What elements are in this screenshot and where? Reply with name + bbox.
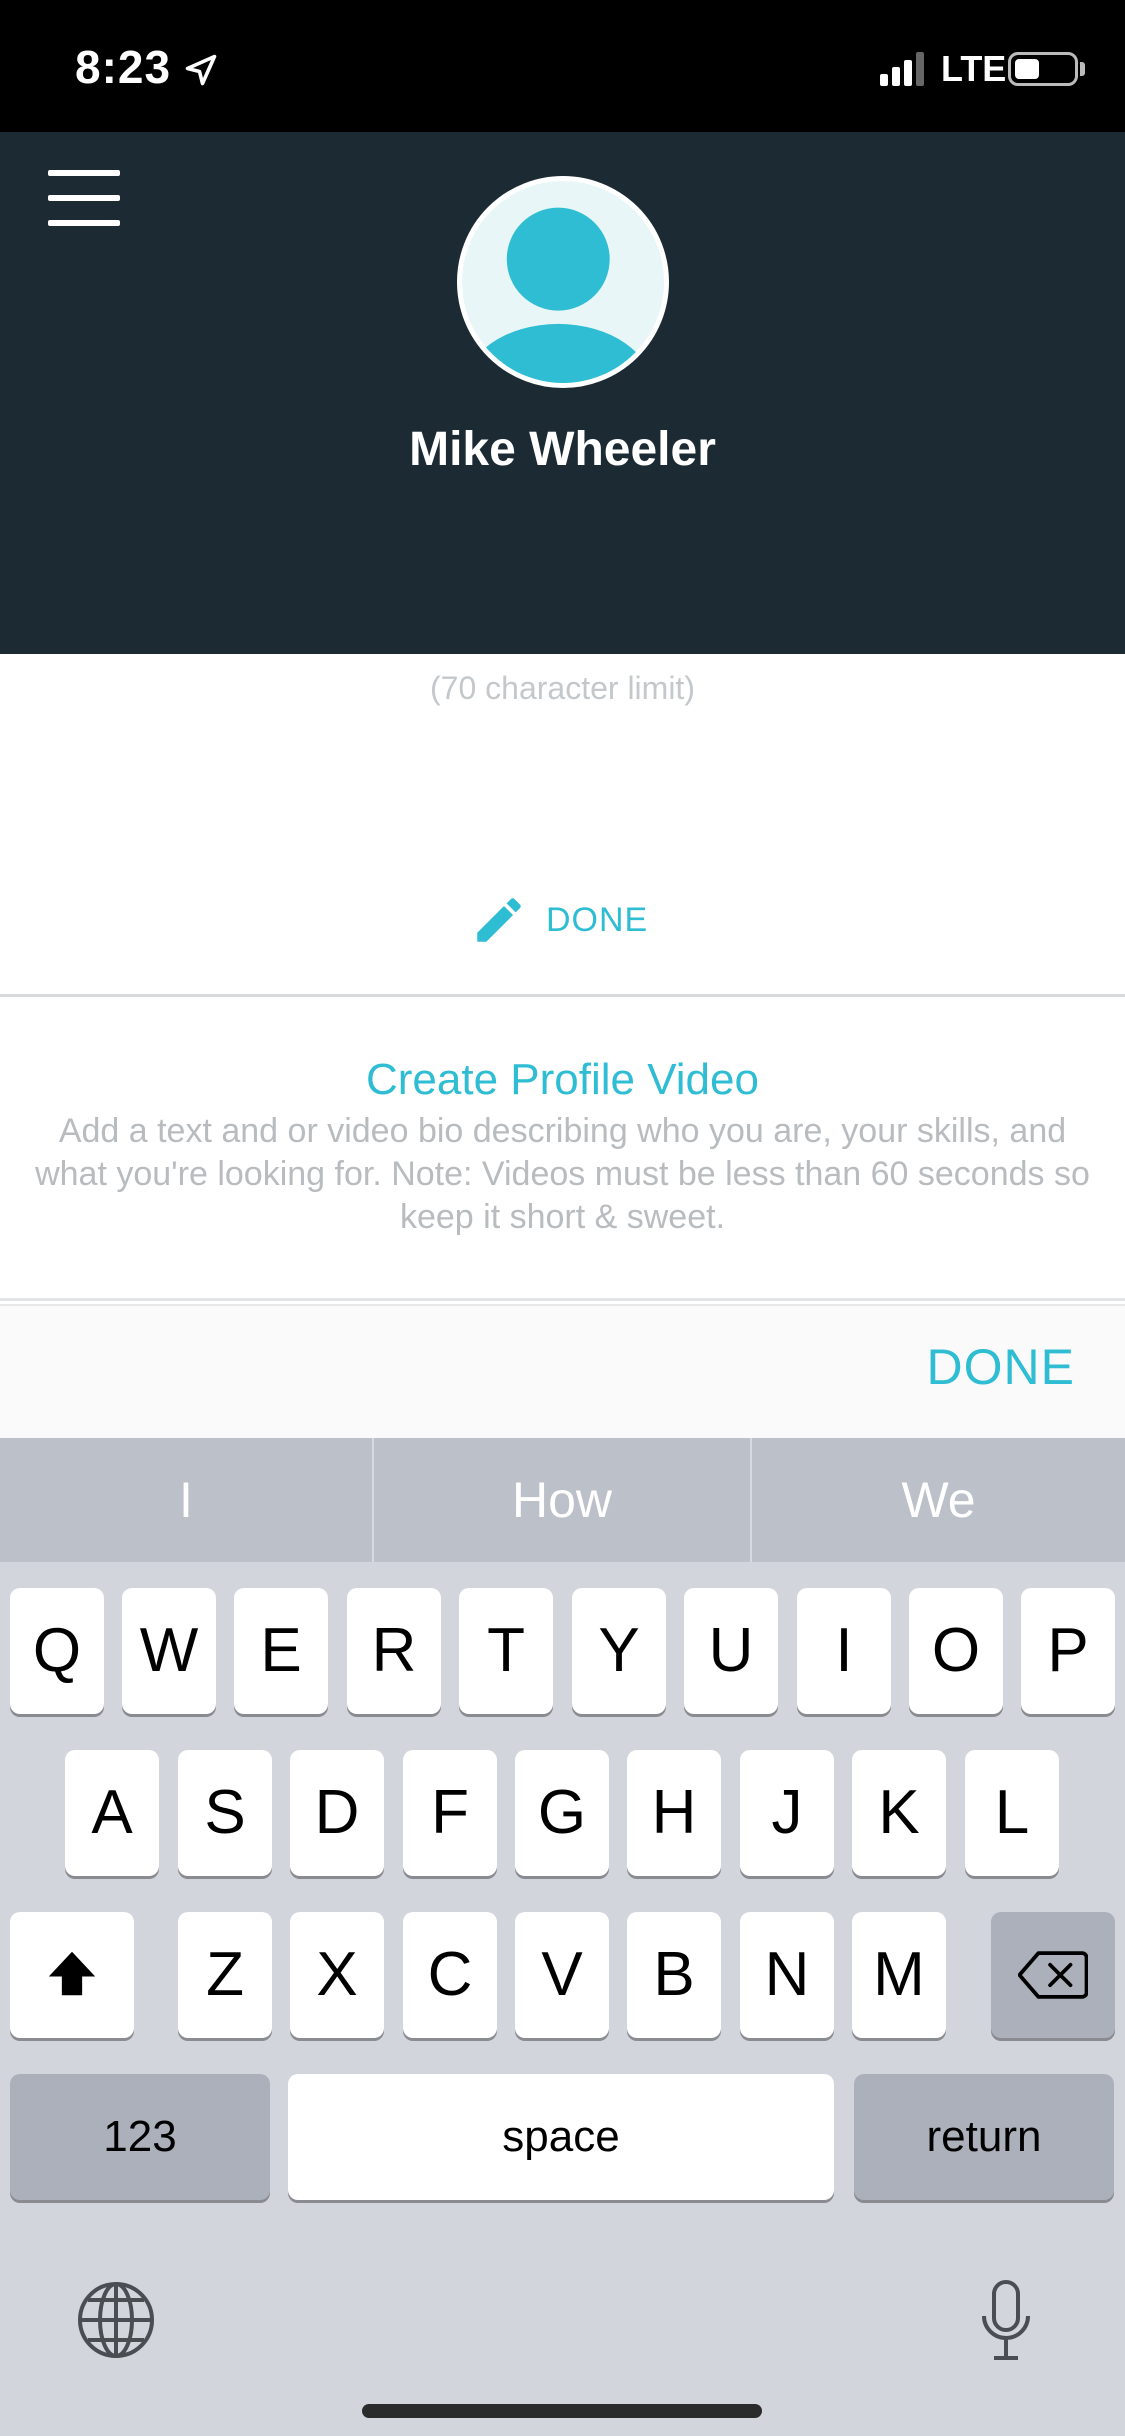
key[interactable]: P xyxy=(1021,1588,1115,1714)
key[interactable]: G xyxy=(515,1750,609,1876)
suggestion-1[interactable]: I xyxy=(0,1438,372,1562)
home-indicator[interactable] xyxy=(362,2404,762,2418)
signal-icon xyxy=(880,52,924,86)
key[interactable]: T xyxy=(459,1588,553,1714)
profile-header: Mike Wheeler xyxy=(0,132,1125,654)
key[interactable]: I xyxy=(797,1588,891,1714)
key[interactable]: X xyxy=(290,1912,384,2038)
status-bar: 8:23 LTE xyxy=(0,0,1125,132)
menu-icon[interactable] xyxy=(48,170,120,226)
avatar[interactable] xyxy=(457,176,669,388)
key[interactable]: V xyxy=(515,1912,609,2038)
key[interactable]: K xyxy=(852,1750,946,1876)
return-key[interactable]: return xyxy=(854,2074,1114,2200)
shift-key[interactable] xyxy=(10,1912,134,2038)
key[interactable]: D xyxy=(290,1750,384,1876)
backspace-icon xyxy=(1018,1951,1088,1999)
divider xyxy=(0,994,1125,997)
keyboard-done-button[interactable]: DONE xyxy=(927,1338,1075,1396)
key[interactable]: O xyxy=(909,1588,1003,1714)
pencil-icon xyxy=(477,898,521,942)
battery-icon xyxy=(1008,52,1078,86)
key[interactable]: R xyxy=(347,1588,441,1714)
key[interactable]: M xyxy=(852,1912,946,2038)
video-description: Add a text and or video bio describing w… xyxy=(35,1112,1090,1236)
character-limit-hint: (70 character limit) xyxy=(430,670,695,706)
location-arrow-icon xyxy=(185,54,217,86)
keyboard: I How We Q W E R T Y U I O P A S D F G H… xyxy=(0,1438,1125,2436)
key[interactable]: A xyxy=(65,1750,159,1876)
shift-icon xyxy=(48,1951,96,1996)
network-type: LTE xyxy=(941,48,1007,89)
key[interactable]: U xyxy=(684,1588,778,1714)
suggestion-3[interactable]: We xyxy=(752,1438,1125,1562)
key[interactable]: L xyxy=(965,1750,1059,1876)
bio-done-button[interactable]: DONE xyxy=(470,890,648,950)
key[interactable]: B xyxy=(627,1912,721,2038)
key[interactable]: W xyxy=(122,1588,216,1714)
key[interactable]: S xyxy=(178,1750,272,1876)
backspace-key[interactable] xyxy=(991,1912,1115,2038)
key[interactable]: Q xyxy=(10,1588,104,1714)
key[interactable]: H xyxy=(627,1750,721,1876)
key[interactable]: F xyxy=(403,1750,497,1876)
suggestion-bar: I How We xyxy=(0,1438,1125,1562)
suggestion-2[interactable]: How xyxy=(374,1438,750,1562)
globe-icon[interactable] xyxy=(76,2280,156,2360)
profile-name: Mike Wheeler xyxy=(409,423,716,476)
key[interactable]: Y xyxy=(572,1588,666,1714)
bio-done-label: DONE xyxy=(546,900,649,939)
numbers-key[interactable]: 123 xyxy=(10,2074,270,2200)
microphone-icon[interactable] xyxy=(980,2280,1032,2364)
key[interactable]: E xyxy=(234,1588,328,1714)
key[interactable]: N xyxy=(740,1912,834,2038)
key[interactable]: J xyxy=(740,1750,834,1876)
battery-cap xyxy=(1080,62,1085,76)
key[interactable]: Z xyxy=(178,1912,272,2038)
space-key[interactable]: space xyxy=(288,2074,834,2200)
create-profile-video-link[interactable]: Create Profile Video xyxy=(0,1055,1125,1105)
status-time: 8:23 xyxy=(75,41,172,93)
avatar-icon xyxy=(463,207,653,383)
key[interactable]: C xyxy=(403,1912,497,2038)
divider xyxy=(0,1298,1125,1301)
